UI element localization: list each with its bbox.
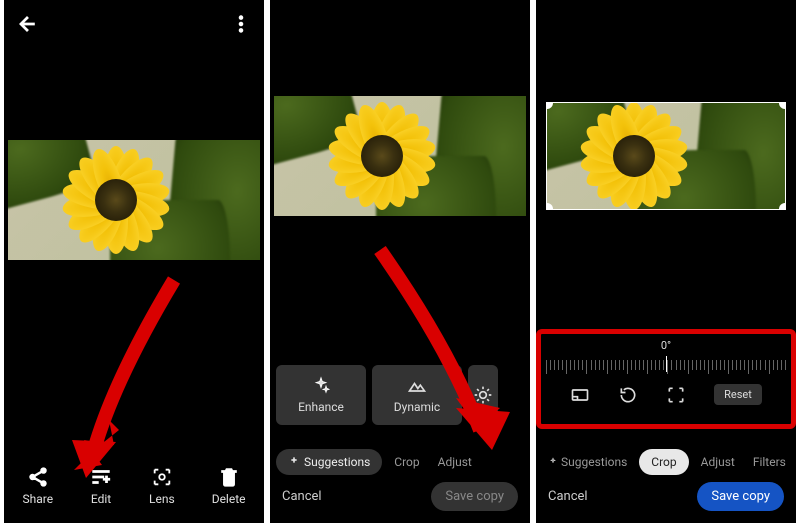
photo[interactable] — [546, 102, 786, 210]
crop-handle-tr[interactable] — [779, 102, 786, 109]
cancel-button[interactable]: Cancel — [282, 489, 322, 504]
photo[interactable] — [8, 140, 260, 260]
warm-card[interactable] — [468, 365, 498, 425]
enhance-card[interactable]: Enhance — [276, 365, 366, 425]
rotation-panel: 0° Reset — [542, 335, 790, 423]
lens-button[interactable]: Lens — [149, 466, 175, 506]
save-copy-button[interactable]: Save copy — [431, 482, 518, 511]
bottom-row: Cancel Save copy — [548, 482, 784, 511]
tab-crop[interactable]: Crop — [639, 449, 688, 475]
tab-adjust[interactable]: Adjust — [695, 451, 741, 473]
delete-icon — [218, 466, 240, 488]
annotation-highlight — [536, 329, 796, 429]
enhance-label: Enhance — [298, 400, 344, 414]
edit-tabs: Suggestions Crop Adjust Filters — [542, 449, 790, 475]
tab-suggestions[interactable]: Suggestions — [276, 449, 382, 475]
edit-button[interactable]: Edit — [90, 466, 112, 506]
tab-suggestions[interactable]: Suggestions — [542, 451, 633, 473]
delete-label: Delete — [212, 492, 246, 506]
tab-crop[interactable]: Crop — [388, 451, 425, 473]
screen-edit-crop: 0° Reset Suggestions Crop Adjust — [536, 0, 796, 523]
dynamic-label: Dynamic — [394, 400, 440, 414]
screen-edit-suggestions: Enhance Dynamic Suggestions Crop Adjust … — [270, 0, 530, 523]
crop-handle-tl[interactable] — [546, 102, 553, 109]
delete-button[interactable]: Delete — [212, 466, 246, 506]
top-bar — [4, 8, 264, 40]
dynamic-card[interactable]: Dynamic — [372, 365, 462, 425]
share-button[interactable]: Share — [22, 466, 53, 506]
edit-tabs: Suggestions Crop Adjust — [276, 449, 524, 475]
rotation-slider[interactable] — [542, 356, 790, 374]
tab-adjust[interactable]: Adjust — [432, 451, 478, 473]
tab-filters[interactable]: Filters — [747, 451, 790, 473]
sparkle-icon — [288, 456, 300, 468]
overflow-menu-icon[interactable] — [230, 13, 252, 35]
lens-label: Lens — [149, 492, 175, 506]
crop-handle-bl[interactable] — [546, 203, 553, 210]
landscape-icon — [407, 376, 427, 396]
tab-suggestions-label: Suggestions — [304, 455, 370, 469]
share-icon — [27, 466, 49, 488]
suggestion-cards: Enhance Dynamic — [276, 365, 524, 425]
share-label: Share — [22, 492, 53, 506]
lens-icon — [151, 466, 173, 488]
annotation-arrow — [360, 240, 520, 460]
bottom-row: Cancel Save copy — [282, 482, 518, 511]
back-icon[interactable] — [16, 13, 38, 35]
crop-handle-br[interactable] — [779, 203, 786, 210]
edit-label: Edit — [91, 492, 111, 506]
crop-frame[interactable] — [546, 102, 786, 210]
photo[interactable] — [274, 96, 526, 216]
bottom-action-bar: Share Edit Lens Delete — [4, 457, 264, 515]
sparkle-icon — [548, 457, 558, 467]
save-copy-button[interactable]: Save copy — [697, 482, 784, 511]
screen-photo-viewer: Share Edit Lens Delete — [4, 0, 264, 523]
sun-icon — [473, 385, 493, 405]
edit-icon — [90, 466, 112, 488]
sparkle-icon — [311, 376, 331, 396]
cancel-button[interactable]: Cancel — [548, 489, 588, 504]
